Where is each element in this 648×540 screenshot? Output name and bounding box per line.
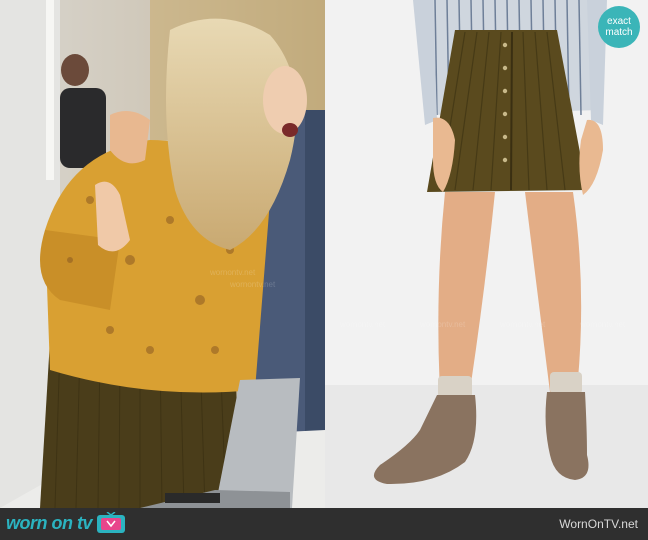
product-photo: wornontv.net wornontv.net wornontv.net w… bbox=[325, 0, 648, 508]
tv-still-photo: wornontv.net wornontv.net bbox=[0, 0, 325, 508]
badge-line-2: match bbox=[605, 27, 633, 38]
watermark-text: wornontv.net bbox=[580, 320, 626, 329]
watermark-text: wornontv.net bbox=[420, 320, 466, 329]
watermark-text: wornontv.net bbox=[210, 268, 256, 277]
site-logo[interactable]: worn on tv bbox=[6, 511, 126, 534]
footer-bar: worn on tv WornOnTV.net bbox=[0, 508, 648, 540]
watermark-text: wornontv.net bbox=[340, 320, 386, 329]
tv-icon bbox=[96, 511, 126, 534]
watermark-text: wornontv.net bbox=[230, 280, 276, 289]
logo-text: worn on tv bbox=[6, 512, 93, 533]
badge-line-1: exact bbox=[607, 16, 631, 27]
site-url[interactable]: WornOnTV.net bbox=[559, 517, 638, 531]
watermark-text: wornontv.net bbox=[500, 320, 546, 329]
exact-match-badge: exact match bbox=[598, 6, 640, 48]
